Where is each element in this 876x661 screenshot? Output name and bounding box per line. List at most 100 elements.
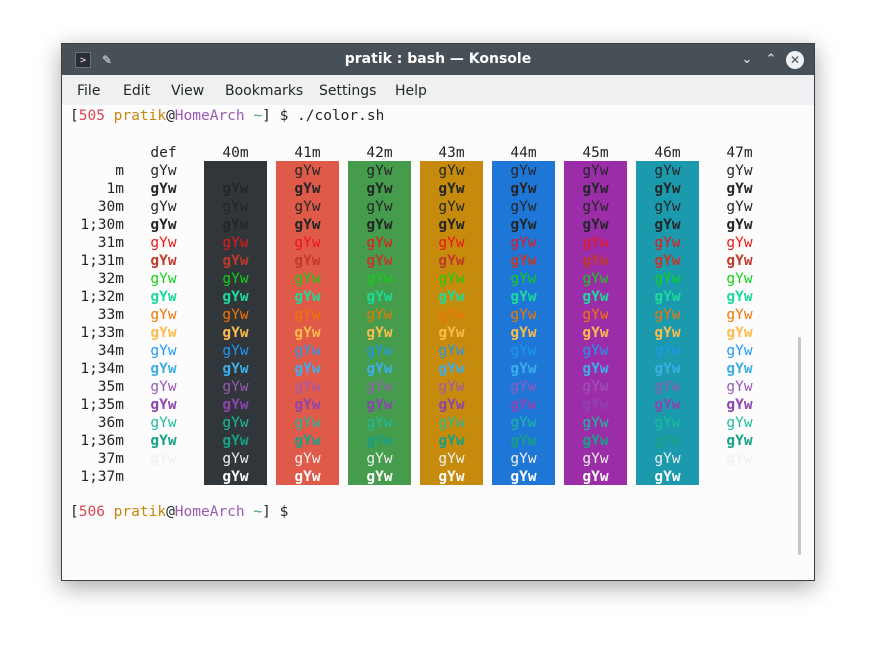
color-sample-cell: gYw — [222, 343, 249, 359]
column-header: 43m — [438, 145, 465, 161]
color-sample-cell: gYw — [366, 433, 393, 449]
color-sample-cell: gYw — [582, 217, 609, 233]
close-button[interactable]: ✕ — [786, 51, 804, 69]
color-sample-cell: gYw — [366, 217, 393, 233]
color-sample-cell: gYw — [222, 217, 249, 233]
color-sample-cell: gYw — [438, 253, 465, 269]
color-sample-cell: gYw — [726, 433, 753, 449]
menu-view[interactable]: View — [171, 75, 204, 105]
color-sample-cell: gYw — [294, 397, 321, 413]
color-sample-cell: gYw — [582, 469, 609, 485]
scrollbar[interactable] — [798, 337, 801, 555]
color-sample-cell: gYw — [438, 451, 465, 467]
color-sample-cell: gYw — [510, 307, 537, 323]
column-header: def — [150, 145, 177, 161]
color-sample-cell: gYw — [510, 415, 537, 431]
row-label: 1;30m — [80, 217, 124, 233]
color-sample-cell: gYw — [582, 361, 609, 377]
color-sample-cell: gYw — [582, 325, 609, 341]
color-sample-cell: gYw — [222, 307, 249, 323]
color-sample-cell: gYw — [510, 325, 537, 341]
color-sample-cell: gYw — [366, 253, 393, 269]
terminal-area[interactable]: [505 pratik@HomeArch ~] $ ./color.sh def… — [62, 105, 814, 580]
prompt-bracket-close: ] $ — [262, 108, 298, 124]
color-sample-cell: gYw — [510, 379, 537, 395]
color-sample-cell: gYw — [150, 271, 177, 287]
row-label: 31m — [97, 235, 124, 251]
color-sample-cell: gYw — [510, 343, 537, 359]
color-sample-cell: gYw — [726, 235, 753, 251]
color-sample-cell: gYw — [294, 217, 321, 233]
color-sample-cell: gYw — [726, 199, 753, 215]
color-sample-cell: gYw — [366, 235, 393, 251]
color-sample-cell: gYw — [510, 433, 537, 449]
color-sample-cell: gYw — [294, 469, 321, 485]
color-sample-cell: gYw — [294, 307, 321, 323]
color-sample-cell: gYw — [654, 181, 681, 197]
prompt-cwd: ~ — [253, 504, 263, 520]
color-sample-cell: gYw — [294, 379, 321, 395]
row-label: 1;34m — [80, 361, 124, 377]
color-sample-cell: gYw — [438, 271, 465, 287]
color-sample-cell: gYw — [582, 271, 609, 287]
menu-file[interactable]: File — [77, 75, 100, 105]
color-sample-cell: gYw — [510, 271, 537, 287]
row-label: 1;35m — [80, 397, 124, 413]
color-sample-cell: gYw — [438, 433, 465, 449]
color-sample-cell: gYw — [222, 271, 249, 287]
color-sample-cell: gYw — [726, 343, 753, 359]
color-sample-cell: gYw — [654, 253, 681, 269]
color-sample-cell: gYw — [222, 415, 249, 431]
color-sample-cell: gYw — [222, 289, 249, 305]
color-sample-cell: gYw — [150, 433, 177, 449]
color-sample-cell: gYw — [726, 415, 753, 431]
minimize-button[interactable]: ⌄ — [738, 51, 756, 69]
row-label: 37m — [97, 451, 124, 467]
color-sample-cell: gYw — [222, 361, 249, 377]
close-icon: ✕ — [789, 53, 801, 67]
color-sample-cell: gYw — [654, 217, 681, 233]
color-sample-cell: gYw — [582, 199, 609, 215]
chevron-down-icon: ⌄ — [741, 52, 753, 67]
color-sample-cell: gYw — [366, 289, 393, 305]
color-sample-cell: gYw — [438, 163, 465, 179]
color-sample-cell: gYw — [222, 199, 249, 215]
color-sample-cell: gYw — [510, 253, 537, 269]
color-sample-cell: gYw — [654, 451, 681, 467]
color-sample-cell: gYw — [726, 271, 753, 287]
title-bar[interactable]: > ✎ pratik : bash — Konsole ⌄ ⌃ ✕ — [62, 44, 814, 75]
color-sample-cell: gYw — [438, 235, 465, 251]
row-label: 36m — [97, 415, 124, 431]
color-sample-cell: gYw — [726, 451, 753, 467]
column-header: 47m — [726, 145, 753, 161]
menu-help[interactable]: Help — [395, 75, 427, 105]
command-text: ./color.sh — [297, 108, 385, 124]
color-sample-cell: gYw — [654, 271, 681, 287]
color-sample-cell: gYw — [726, 307, 753, 323]
menu-settings[interactable]: Settings — [319, 75, 376, 105]
prompt-bracket-close: ] $ — [262, 504, 289, 520]
menu-bookmarks[interactable]: Bookmarks — [225, 75, 303, 105]
color-sample-cell: gYw — [294, 361, 321, 377]
color-sample-cell: gYw — [294, 271, 321, 287]
color-sample-cell: gYw — [222, 379, 249, 395]
color-sample-cell: gYw — [294, 163, 321, 179]
color-sample-cell: gYw — [366, 469, 393, 485]
color-sample-cell: gYw — [294, 433, 321, 449]
column-header: 42m — [366, 145, 393, 161]
color-sample-cell: gYw — [510, 163, 537, 179]
maximize-button[interactable]: ⌃ — [762, 51, 780, 69]
color-sample-cell: gYw — [654, 379, 681, 395]
color-sample-cell: gYw — [438, 361, 465, 377]
color-sample-cell: gYw — [150, 469, 177, 485]
prompt-line-2: [506 pratik@HomeArch ~] $ — [70, 503, 288, 521]
row-label: 1;37m — [80, 469, 124, 485]
color-sample-cell: gYw — [222, 397, 249, 413]
prompt-at: @ — [166, 108, 175, 124]
color-sample-cell: gYw — [366, 415, 393, 431]
menu-edit[interactable]: Edit — [123, 75, 150, 105]
color-sample-cell: gYw — [726, 163, 753, 179]
color-sample-cell: gYw — [438, 343, 465, 359]
prompt-at: @ — [166, 504, 175, 520]
color-sample-cell: gYw — [654, 307, 681, 323]
